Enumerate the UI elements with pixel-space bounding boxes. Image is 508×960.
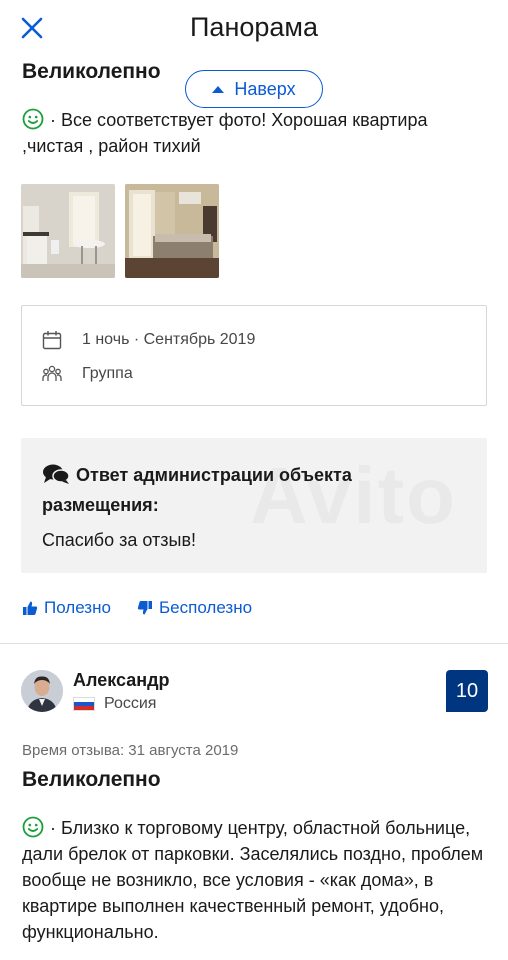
stay-duration-text: 1 ночь · Сентябрь 2019 xyxy=(82,331,256,348)
helpful-label: Полезно xyxy=(44,598,111,617)
review-title: Великолепно xyxy=(22,768,161,791)
bedroom-photo-image xyxy=(125,184,219,278)
group-icon xyxy=(42,365,62,381)
reviewer-country-text: Россия xyxy=(104,695,157,712)
not-helpful-label: Бесполезно xyxy=(159,598,253,617)
chat-bubbles-icon xyxy=(43,464,70,484)
review-title: Великолепно xyxy=(22,60,161,83)
review-divider xyxy=(0,643,508,644)
calendar-icon xyxy=(42,331,62,350)
review-date: Время отзыва: 31 августа 2019 xyxy=(22,742,239,759)
arrow-up-icon xyxy=(212,85,225,93)
back-to-top-label: Наверх xyxy=(234,78,296,99)
review-text-body: · Все соответствует фото! Хорошая кварти… xyxy=(22,110,428,156)
traveler-type-row: Группа xyxy=(42,364,133,384)
review-score-badge: 10 xyxy=(446,670,488,712)
review-text: · Близко к торговому центру, областной б… xyxy=(22,815,488,945)
avatar xyxy=(21,670,63,712)
thumbs-down-icon xyxy=(137,601,152,615)
reviewer-name: Александр xyxy=(73,670,170,690)
helpful-button[interactable]: Полезно xyxy=(22,598,111,618)
avatar-image xyxy=(21,670,63,712)
smile-icon xyxy=(22,108,44,130)
kitchen-photo-image xyxy=(21,184,115,278)
review-photo-bedroom[interactable] xyxy=(125,184,219,278)
smile-icon xyxy=(22,816,44,838)
thumbs-up-icon xyxy=(23,601,38,615)
admin-response-heading-text: Ответ администрации объекта размещения: xyxy=(42,465,352,515)
not-helpful-button[interactable]: Бесполезно xyxy=(137,598,252,618)
russia-flag-icon xyxy=(73,697,95,711)
review-text-body: · Близко к торговому центру, областной б… xyxy=(22,818,484,942)
stay-duration-row: 1 ночь · Сентябрь 2019 xyxy=(42,330,255,350)
back-to-top-button[interactable]: Наверх xyxy=(185,70,323,108)
review-text: · Все соответствует фото! Хорошая кварти… xyxy=(22,107,488,159)
stay-info-card: 1 ночь · Сентябрь 2019 Группа xyxy=(21,305,487,406)
reviewer-country: Россия xyxy=(73,695,156,713)
review-photo-kitchen[interactable] xyxy=(21,184,115,278)
traveler-type-text: Группа xyxy=(82,365,133,382)
admin-response-box: Avito Ответ администрации объекта размещ… xyxy=(21,438,487,573)
admin-response-text: Спасибо за отзыв! xyxy=(42,530,197,550)
admin-response-heading: Ответ администрации объекта размещения: xyxy=(42,460,467,520)
page-title: Панорама xyxy=(190,12,318,42)
